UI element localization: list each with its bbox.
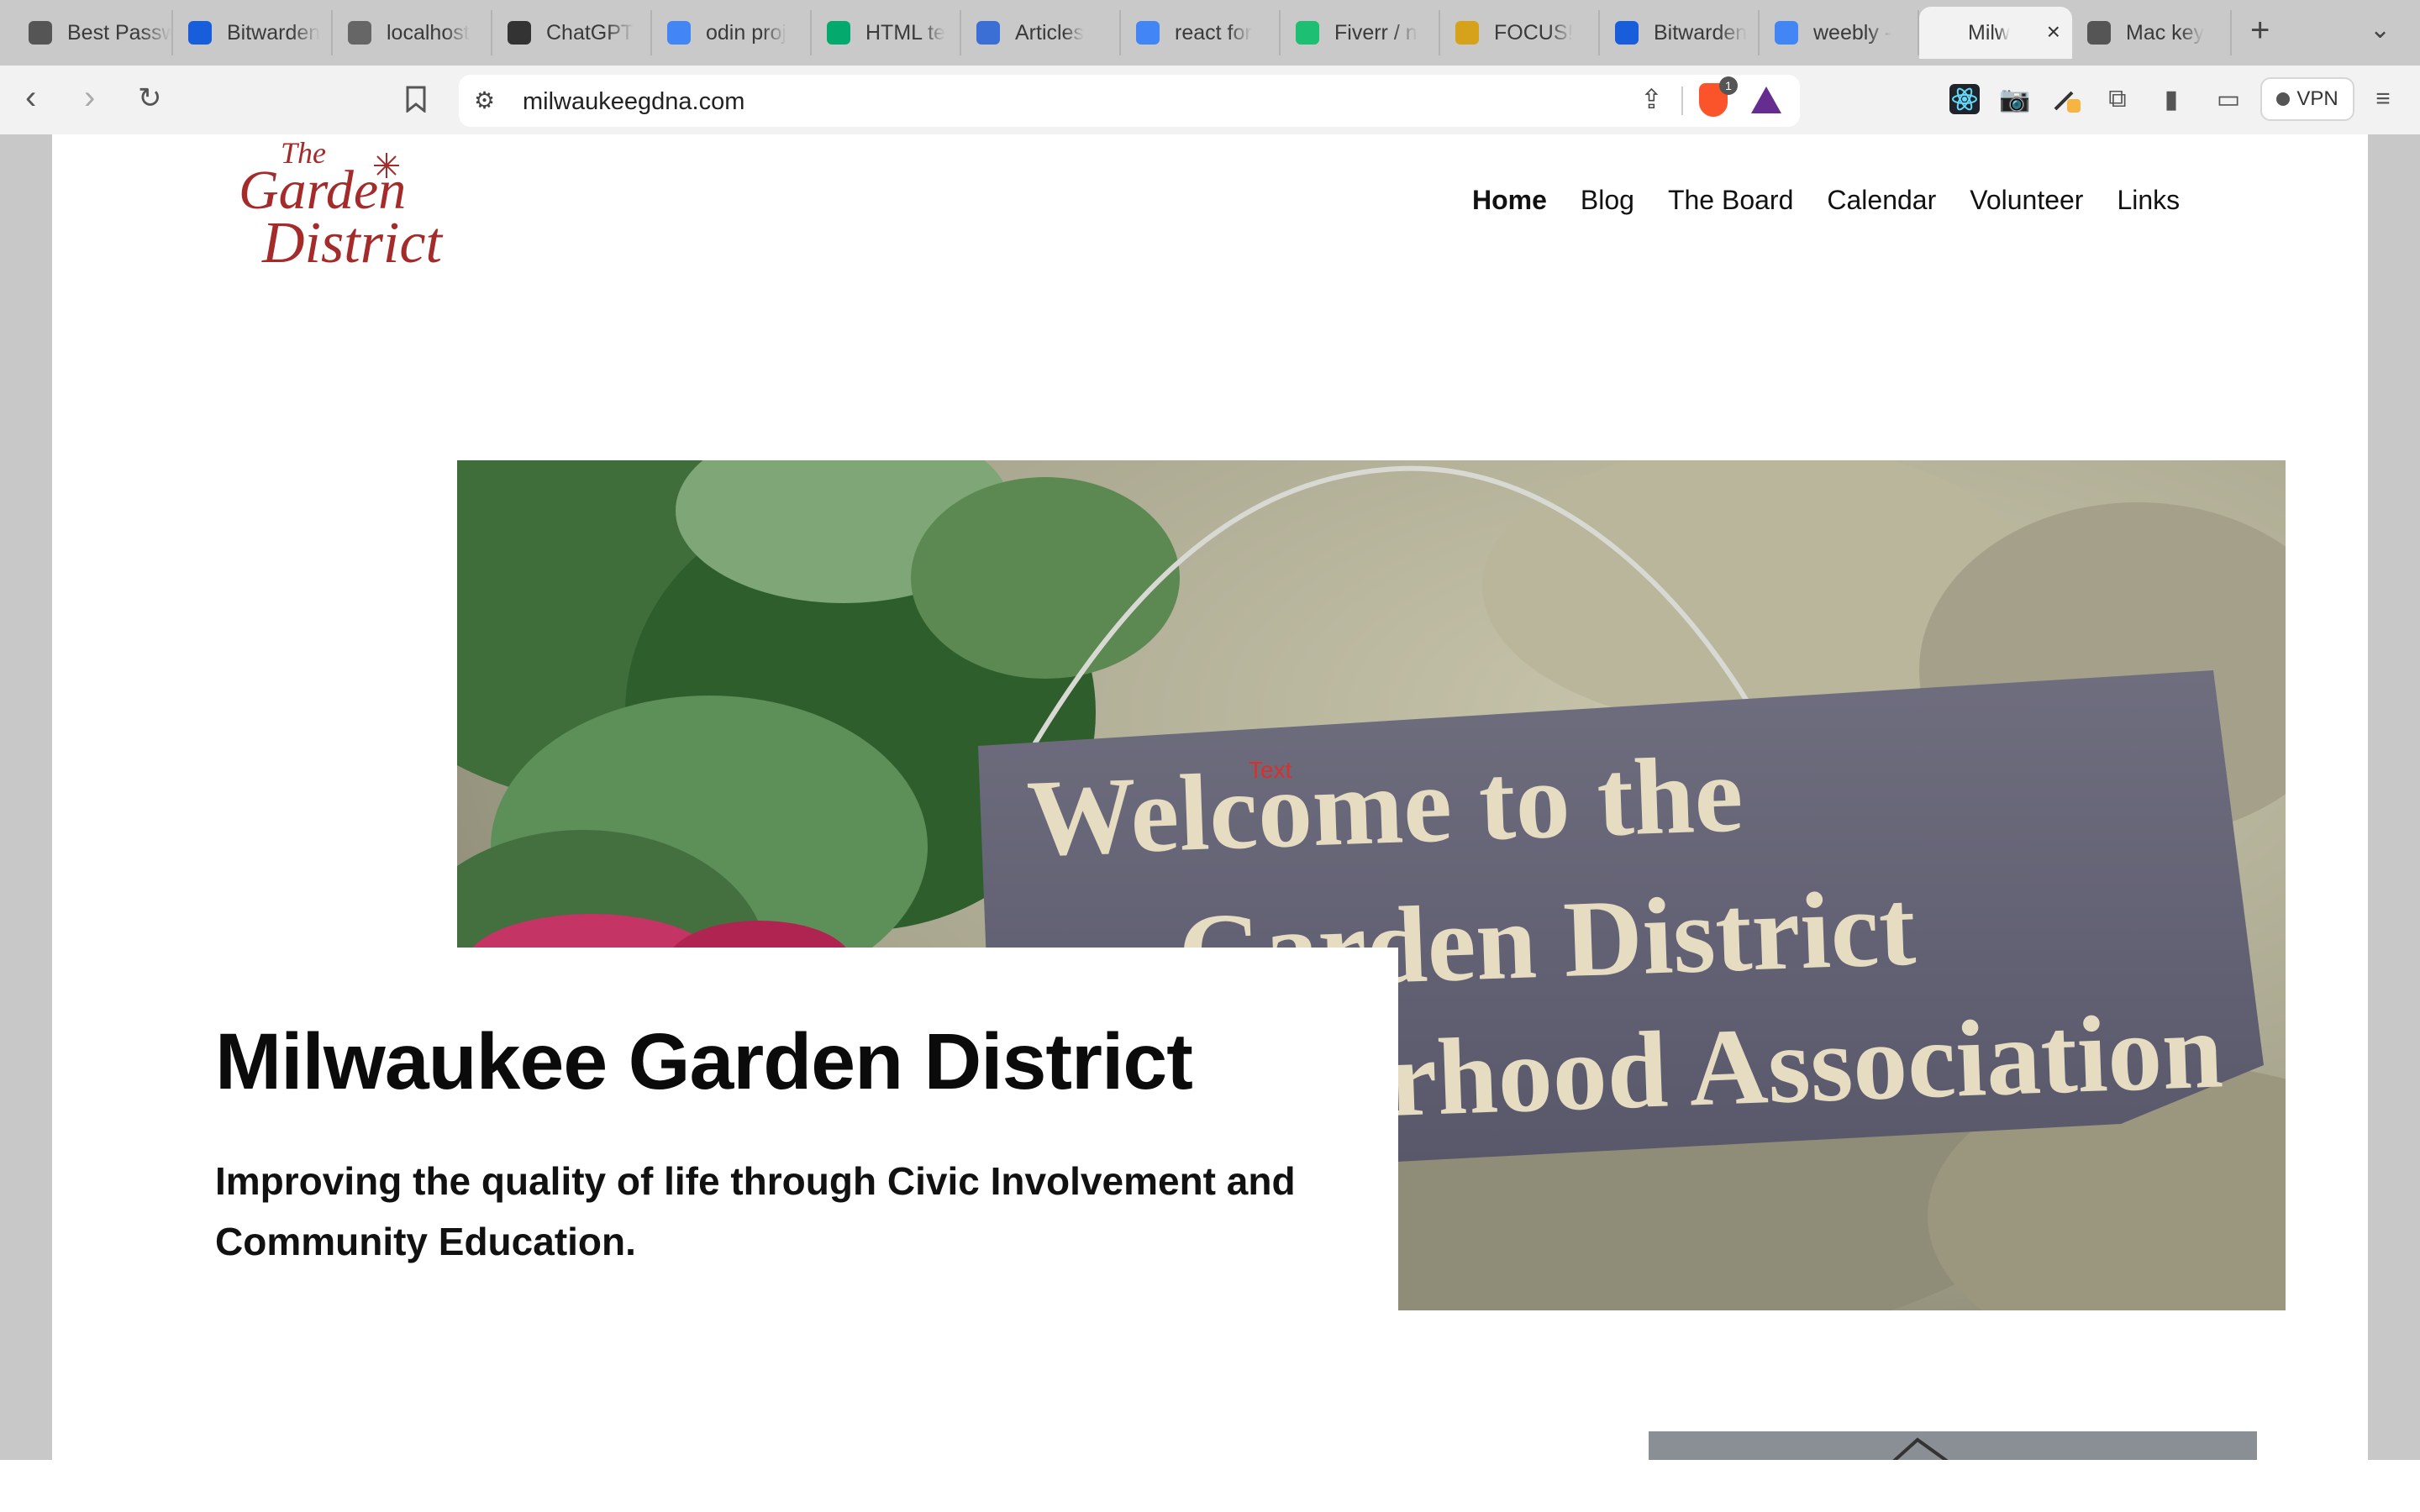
web-page: The Garden District Home Blog The Board … — [52, 134, 2368, 1460]
share-icon[interactable]: ⇪ — [1640, 83, 1663, 115]
globe-icon — [348, 21, 371, 45]
page-title: Milwaukee Garden District — [215, 1017, 1193, 1106]
browser-tab[interactable]: Fiverr / n — [1281, 10, 1440, 55]
browser-tab[interactable]: ChatGPT — [492, 10, 652, 55]
tab-title: Articles — [1015, 20, 1084, 45]
site-settings-icon[interactable]: ⚙ — [474, 87, 495, 114]
browser-tab[interactable]: weebly - — [1760, 10, 1919, 55]
google-icon — [1775, 21, 1798, 45]
divider — [1681, 87, 1683, 115]
logo-district: District — [261, 211, 443, 276]
browser-tab[interactable]: Bitwarden — [173, 10, 333, 55]
tab-title: odin proj — [706, 20, 786, 45]
tab-title: FOCUS! — [1494, 20, 1574, 45]
tab-title: Milw — [1968, 20, 2010, 45]
browser-tab[interactable]: Milw × — [1919, 7, 2072, 59]
post-thumbnail[interactable] — [1649, 1431, 2257, 1460]
tab-title: react for — [1175, 20, 1252, 45]
tab-title: Best Passwo — [67, 20, 171, 45]
tab-title: Bitwarden — [1654, 20, 1748, 45]
hero-overlay-text: Text — [1249, 757, 1292, 783]
camera-icon[interactable]: 📷 — [1998, 82, 2032, 116]
new-tab-button[interactable]: + — [2250, 12, 2270, 50]
nav-the-board[interactable]: The Board — [1668, 185, 1793, 216]
nav-calendar[interactable]: Calendar — [1827, 185, 1936, 216]
google-icon — [667, 21, 691, 45]
react-devtools-icon[interactable] — [1948, 82, 1981, 116]
bookmark-icon[interactable] — [405, 86, 427, 118]
vpn-button[interactable]: VPN — [2260, 77, 2354, 121]
address-bar[interactable]: ⚙ milwaukeegdna.com ⇪ 1 — [459, 75, 1800, 127]
browser-tab[interactable]: Best Passwo — [13, 10, 173, 55]
close-tab-icon[interactable]: × — [2047, 18, 2060, 45]
shield-icon — [29, 21, 52, 45]
bitwarden-icon — [1615, 21, 1639, 45]
browser-tab[interactable]: Mac key — [2072, 10, 2232, 55]
browser-tab[interactable]: FOCUS! — [1440, 10, 1600, 55]
fiverr-icon — [1296, 21, 1319, 45]
nav-volunteer[interactable]: Volunteer — [1970, 185, 2083, 216]
reload-button[interactable]: ↻ — [138, 84, 162, 113]
post-title-1[interactable]: “Macbeth” (with puppets!) at the Garden … — [215, 1453, 871, 1460]
sidebar-icon[interactable]: ▮ — [2154, 82, 2188, 116]
focus-icon — [1455, 21, 1479, 45]
tab-title: Mac key — [2126, 20, 2205, 45]
url-text[interactable]: milwaukeegdna.com — [523, 88, 744, 116]
browser-tab[interactable]: Articles — [961, 10, 1121, 55]
nav-links[interactable]: Links — [2117, 185, 2180, 216]
google-icon — [1136, 21, 1160, 45]
browser-tab[interactable]: Bitwarden — [1600, 10, 1760, 55]
back-button[interactable]: ‹ — [25, 81, 36, 114]
page-bottom-strip — [0, 1460, 2420, 1512]
vpn-status-icon — [2276, 92, 2291, 106]
brave-rewards-icon[interactable] — [1751, 87, 1781, 113]
browser-toolbar: ‹ › ↻ ⚙ milwaukeegdna.com ⇪ 1 📷 ⧉ ▮ ▭ VP… — [0, 66, 2420, 134]
menu-icon[interactable]: ≡ — [2366, 82, 2400, 116]
sign-line-1: Welcome to the — [1025, 733, 1744, 879]
browser-tab[interactable]: HTML te — [812, 10, 961, 55]
extensions-icon[interactable]: ⧉ — [2101, 82, 2134, 116]
tab-title: HTML te — [865, 20, 945, 45]
tab-title: localhost — [387, 20, 470, 45]
tab-bar: Best Passwo Bitwarden localhost ChatGPT odin… — [0, 0, 2420, 66]
tab-list-chevron-icon[interactable]: ⌄ — [2370, 15, 2391, 45]
site-logo[interactable]: The Garden District — [229, 134, 481, 277]
nav-home[interactable]: Home — [1472, 185, 1547, 216]
react-icon — [976, 21, 1000, 45]
w3-icon — [827, 21, 850, 45]
browser-tab[interactable]: react for — [1121, 10, 1281, 55]
tab-title: ChatGPT — [546, 20, 634, 45]
tab-title: Fiverr / n — [1334, 20, 1418, 45]
color-picker-icon[interactable] — [2050, 82, 2084, 116]
browser-tab[interactable]: odin proj — [652, 10, 812, 55]
page-subtitle: Improving the quality of life through Ci… — [215, 1159, 1296, 1263]
shield-count-badge: 1 — [1719, 76, 1738, 95]
nav-blog[interactable]: Blog — [1581, 185, 1634, 216]
chatgpt-icon — [508, 21, 531, 45]
vpn-label: VPN — [2296, 87, 2338, 110]
post-title-2[interactable]: Milwaukee’s Garden District Among the Wi… — [906, 1453, 1561, 1460]
wallet-icon[interactable]: ▭ — [2212, 82, 2245, 116]
bitwarden-icon — [188, 21, 212, 45]
forward-button[interactable]: › — [84, 81, 95, 114]
main-navigation: Home Blog The Board Calendar Volunteer L… — [1472, 185, 2180, 216]
logo-flower-icon — [374, 153, 399, 178]
tab-title: Bitwarden — [227, 20, 321, 45]
tab-title: weebly - — [1813, 20, 1892, 45]
apple-icon — [2087, 21, 2111, 45]
browser-tab[interactable]: localhost — [333, 10, 492, 55]
